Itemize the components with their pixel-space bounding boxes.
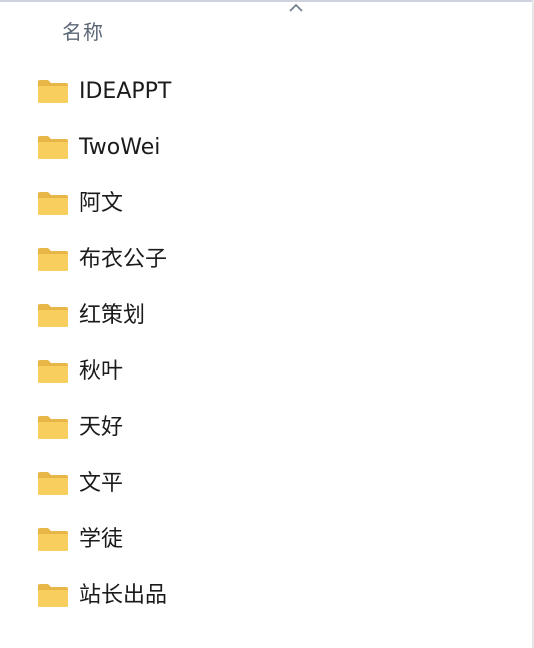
folder-name: 秋叶 bbox=[79, 359, 124, 384]
folder-icon bbox=[38, 584, 68, 607]
file-list: IDEAPPT TwoWei 阿文 布衣公子 红策划 秋叶 天好 文平 学徒 站… bbox=[0, 64, 532, 624]
folder-name: 学徒 bbox=[79, 527, 124, 552]
folder-row[interactable]: 站长出品 bbox=[0, 568, 532, 624]
folder-icon bbox=[38, 304, 68, 327]
folder-icon bbox=[38, 472, 68, 495]
folder-name: TwoWei bbox=[79, 135, 161, 160]
folder-icon bbox=[38, 136, 68, 159]
folder-row[interactable]: 文平 bbox=[0, 456, 532, 512]
folder-icon bbox=[38, 360, 68, 383]
folder-row[interactable]: 学徒 bbox=[0, 512, 532, 568]
folder-name: 天好 bbox=[79, 415, 124, 440]
folder-row[interactable]: 天好 bbox=[0, 400, 532, 456]
sort-ascending-icon[interactable] bbox=[286, 2, 306, 14]
folder-row[interactable]: TwoWei bbox=[0, 120, 532, 176]
folder-row[interactable]: 红策划 bbox=[0, 288, 532, 344]
folder-row[interactable]: 布衣公子 bbox=[0, 232, 532, 288]
folder-name: 布衣公子 bbox=[79, 247, 168, 272]
folder-row[interactable]: IDEAPPT bbox=[0, 64, 532, 120]
folder-icon bbox=[38, 80, 68, 103]
folder-name: 文平 bbox=[79, 471, 124, 496]
folder-row[interactable]: 阿文 bbox=[0, 176, 532, 232]
folder-icon bbox=[38, 528, 68, 551]
folder-icon bbox=[38, 248, 68, 271]
folder-name: 红策划 bbox=[79, 303, 146, 328]
folder-icon bbox=[38, 416, 68, 439]
folder-name: IDEAPPT bbox=[79, 79, 172, 104]
folder-name: 阿文 bbox=[79, 191, 124, 216]
folder-icon bbox=[38, 192, 68, 215]
folder-name: 站长出品 bbox=[79, 583, 168, 608]
folder-row[interactable]: 秋叶 bbox=[0, 344, 532, 400]
column-header-name[interactable]: 名称 bbox=[62, 16, 104, 45]
column-header-bar: 名称 bbox=[0, 2, 532, 48]
